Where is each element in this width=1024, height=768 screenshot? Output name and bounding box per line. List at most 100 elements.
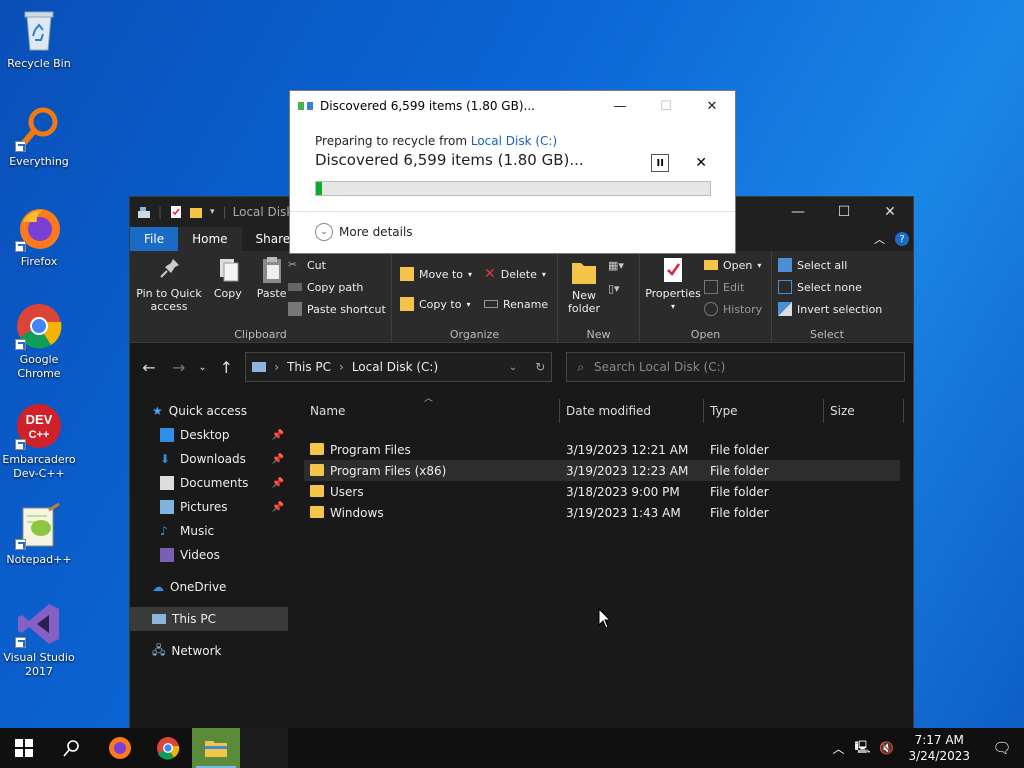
back-arrow-icon[interactable]: ← bbox=[138, 358, 160, 377]
properties-icon bbox=[664, 258, 682, 282]
ribbon-group-label: Organize bbox=[449, 328, 500, 341]
notifications-icon[interactable]: 🗨 bbox=[980, 739, 1024, 757]
tab-file[interactable]: File bbox=[130, 227, 179, 251]
history-button[interactable]: History bbox=[704, 298, 762, 320]
nav-desktop[interactable]: Desktop 📌 bbox=[130, 423, 288, 447]
desktop-icon-everything[interactable]: Everything bbox=[2, 104, 76, 169]
column-header-size[interactable]: Size bbox=[824, 399, 904, 423]
network-status-icon[interactable]: 🖳 bbox=[850, 738, 874, 759]
taskbar-recycle-progress[interactable] bbox=[240, 728, 288, 768]
select-all-icon bbox=[778, 258, 792, 272]
address-bar[interactable]: › This PC › Local Disk (C:) ⌄ ↻ bbox=[245, 352, 553, 382]
search-input[interactable]: ⌕ Search Local Disk (C:) bbox=[566, 352, 906, 382]
refresh-icon[interactable]: ↻ bbox=[535, 360, 545, 374]
pause-button[interactable]: II bbox=[651, 154, 670, 172]
dialog-close-button[interactable]: ✕ bbox=[689, 91, 735, 121]
desktop-icon-label: Embarcadero Dev-C++ bbox=[2, 453, 76, 480]
new-folder-qat-icon[interactable] bbox=[190, 206, 203, 218]
nav-quick-access[interactable]: ★ Quick access bbox=[130, 399, 288, 423]
table-row[interactable]: Windows 3/19/2023 1:43 AM File folder bbox=[304, 502, 900, 523]
qat-dropdown-icon[interactable]: ▾ bbox=[210, 207, 215, 217]
maximize-button[interactable]: ☐ bbox=[821, 197, 867, 227]
edit-icon bbox=[704, 280, 718, 294]
nav-videos[interactable]: Videos bbox=[130, 543, 288, 567]
explorer-app-icon bbox=[138, 207, 150, 218]
nav-documents[interactable]: Documents 📌 bbox=[130, 471, 288, 495]
taskbar-firefox[interactable] bbox=[96, 728, 144, 768]
ribbon-group-label: Open bbox=[690, 328, 721, 341]
table-row[interactable]: Program Files (x86) 3/19/2023 12:23 AM F… bbox=[304, 460, 900, 481]
ribbon-group-label: New bbox=[586, 328, 611, 341]
cancel-operation-button[interactable]: ✕ bbox=[695, 155, 707, 171]
edit-button[interactable]: Edit bbox=[704, 276, 762, 298]
move-to-button[interactable]: Move to ▾ bbox=[400, 259, 472, 289]
invert-selection-button[interactable]: Invert selection bbox=[778, 298, 882, 320]
desktop-icon-devcpp[interactable]: DEV C++ Embarcadero Dev-C++ bbox=[2, 402, 76, 481]
delete-button[interactable]: ✕ Delete ▾ bbox=[484, 259, 548, 289]
up-arrow-icon[interactable]: ↑ bbox=[215, 358, 237, 377]
search-icon bbox=[63, 740, 79, 757]
paste-shortcut-button[interactable]: Paste shortcut bbox=[288, 298, 386, 320]
more-details-button[interactable]: ⌄ More details bbox=[315, 223, 413, 241]
close-button[interactable]: ✕ bbox=[867, 197, 913, 227]
recent-locations-icon[interactable]: ⌄ bbox=[198, 362, 208, 373]
show-hidden-icons-icon[interactable]: ︿ bbox=[826, 740, 850, 757]
nav-pictures[interactable]: Pictures 📌 bbox=[130, 495, 288, 519]
copy-icon bbox=[219, 259, 239, 282]
breadcrumb-this-pc[interactable]: This PC bbox=[287, 360, 331, 374]
source-link[interactable]: Local Disk (C:) bbox=[471, 134, 557, 148]
tab-home[interactable]: Home bbox=[178, 227, 242, 251]
quick-access-toolbar: | ▾ | bbox=[130, 197, 227, 227]
search-button[interactable] bbox=[48, 728, 96, 768]
nav-music[interactable]: ♪ Music bbox=[130, 519, 288, 543]
new-folder-button[interactable]: New folder bbox=[564, 257, 604, 315]
rename-button[interactable]: Rename bbox=[484, 289, 548, 319]
table-row[interactable]: Program Files 3/19/2023 12:21 AM File fo… bbox=[304, 439, 900, 460]
dialog-maximize-button[interactable]: ☐ bbox=[643, 91, 689, 121]
clock[interactable]: 7:17 AM 3/24/2023 bbox=[898, 732, 980, 764]
pin-to-quick-access-button[interactable]: Pin to Quick access bbox=[136, 255, 202, 313]
copy-button[interactable]: Copy bbox=[210, 255, 246, 300]
breadcrumb-local-disk[interactable]: Local Disk (C:) bbox=[352, 360, 438, 374]
cut-button[interactable]: ✂ Cut bbox=[288, 254, 386, 276]
download-arrow-icon: ⬇ bbox=[160, 452, 171, 466]
properties-button[interactable]: Properties ▾ bbox=[645, 255, 701, 313]
pin-icon bbox=[160, 259, 179, 278]
paste-button[interactable]: Paste bbox=[254, 255, 290, 300]
table-row[interactable]: Users 3/18/2023 9:00 PM File folder bbox=[304, 481, 900, 502]
easy-access-icon[interactable]: ▯▾ bbox=[608, 282, 624, 295]
nav-this-pc[interactable]: This PC bbox=[130, 607, 288, 631]
volume-muted-icon[interactable]: 🔇 bbox=[874, 741, 898, 755]
new-item-icon[interactable]: ▦▾ bbox=[608, 259, 624, 272]
properties-qat-icon[interactable] bbox=[170, 206, 182, 218]
forward-arrow-icon[interactable]: → bbox=[168, 358, 190, 377]
open-button[interactable]: Open ▾ bbox=[704, 254, 762, 276]
collapse-ribbon-icon[interactable]: ︿ bbox=[874, 231, 885, 247]
dialog-titlebar[interactable]: Discovered 6,599 items (1.80 GB)... — ☐ … bbox=[290, 91, 735, 121]
desktop-icon-recycle-bin[interactable]: Recycle Bin bbox=[2, 6, 76, 71]
start-button[interactable] bbox=[0, 728, 48, 768]
paste-label: Paste bbox=[256, 287, 287, 300]
column-header-date[interactable]: Date modified bbox=[560, 399, 704, 423]
desktop-icon-chrome[interactable]: Google Chrome bbox=[2, 302, 76, 381]
select-all-button[interactable]: Select all bbox=[778, 254, 882, 276]
recycle-progress-dialog[interactable]: Discovered 6,599 items (1.80 GB)... — ☐ … bbox=[289, 90, 736, 254]
file-explorer-window[interactable]: | ▾ | Local Disk — ☐ ✕ File Home Share ︿… bbox=[129, 196, 914, 732]
this-pc-icon bbox=[252, 362, 267, 372]
copy-path-button[interactable]: Copy path bbox=[288, 276, 386, 298]
desktop-icon-firefox[interactable]: Firefox bbox=[2, 204, 76, 269]
column-header-type[interactable]: Type bbox=[704, 399, 824, 423]
desktop-icon-notepadpp[interactable]: Notepad++ bbox=[2, 502, 76, 567]
address-dropdown-icon[interactable]: ⌄ bbox=[509, 362, 517, 373]
taskbar-chrome[interactable] bbox=[144, 728, 192, 768]
desktop-icon-visual-studio[interactable]: Visual Studio 2017 bbox=[2, 600, 76, 679]
select-none-button[interactable]: Select none bbox=[778, 276, 882, 298]
minimize-button[interactable]: — bbox=[775, 197, 821, 227]
nav-network[interactable]: 🖧 Network bbox=[130, 639, 288, 663]
nav-downloads[interactable]: ⬇ Downloads 📌 bbox=[130, 447, 288, 471]
nav-onedrive[interactable]: ☁ OneDrive bbox=[130, 575, 288, 599]
copy-to-button[interactable]: Copy to ▾ bbox=[400, 289, 472, 319]
dialog-minimize-button[interactable]: — bbox=[597, 91, 643, 121]
help-icon[interactable]: ? bbox=[895, 232, 909, 246]
taskbar-file-explorer[interactable] bbox=[192, 728, 240, 768]
